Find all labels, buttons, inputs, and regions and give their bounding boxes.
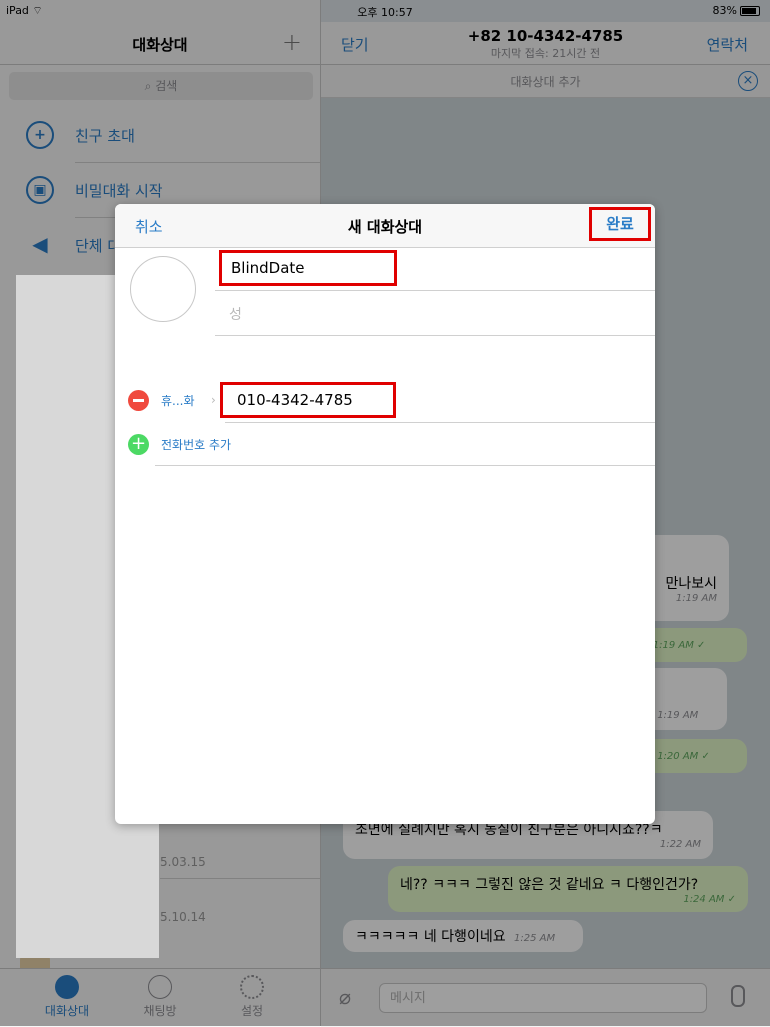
last-name-field[interactable]: 성 [229,304,242,324]
battery-icon [740,6,760,16]
remove-phone-button[interactable] [128,390,149,411]
phone-type-label[interactable]: 휴...화 [161,392,195,409]
dialog-title: 새 대화상대 [347,218,423,236]
chevron-right-icon: › [211,393,216,407]
status-bar: iPad ⌔ 오후 10:57 83% [0,0,770,22]
new-contact-dialog: 취소 새 대화상대 완료 BlindDate 성 휴...화 › 010-434… [115,204,655,824]
divider [215,290,655,291]
battery-percent: 83% [712,4,737,17]
divider [155,465,655,466]
divider [225,422,655,423]
first-name-field[interactable]: BlindDate [219,250,397,286]
phone-number-field[interactable]: 010-4342-4785 [220,382,396,418]
dialog-header: 취소 새 대화상대 완료 [115,204,655,248]
done-button[interactable]: 완료 [589,207,651,241]
add-phone-button[interactable]: 전화번호 추가 [161,436,231,453]
status-time: 오후 10:57 [357,6,413,19]
contact-photo-placeholder[interactable] [130,256,196,322]
add-phone-icon[interactable]: + [128,434,149,455]
divider [215,335,655,336]
